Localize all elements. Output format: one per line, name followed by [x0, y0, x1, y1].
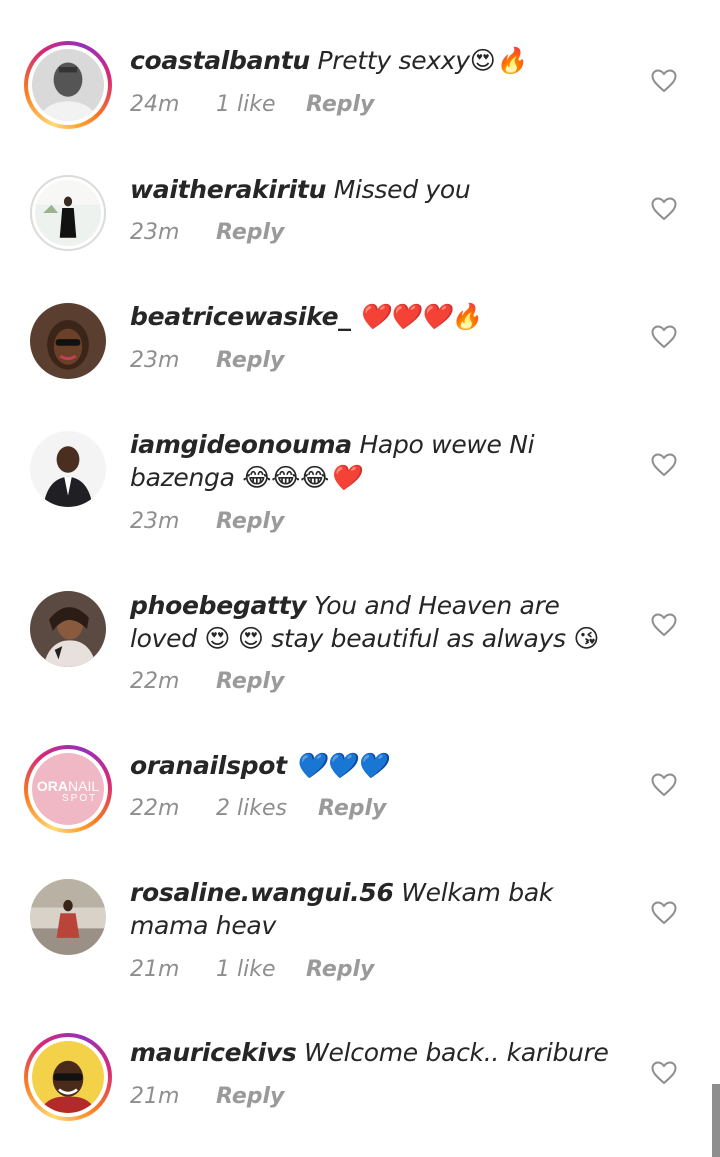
avatar[interactable]: [24, 41, 112, 129]
scrollbar[interactable]: [712, 1084, 720, 1157]
avatar[interactable]: [24, 297, 112, 385]
avatar[interactable]: [24, 169, 112, 257]
avatar[interactable]: [24, 585, 112, 673]
heart-outline-icon[interactable]: [651, 613, 677, 637]
reply-button[interactable]: Reply: [306, 92, 374, 117]
comment-text: Welcome back.. karibure: [304, 1038, 609, 1067]
reply-button[interactable]: Reply: [216, 669, 284, 694]
avatar-logo-text-b: NAIL: [68, 778, 100, 794]
avatar[interactable]: ORANAIL SPOT: [24, 745, 112, 833]
comment-text: Pretty sexxy😍🔥: [317, 46, 527, 75]
avatar-logo-text-a: ORA: [36, 778, 68, 794]
comment-text: Missed you: [333, 175, 471, 204]
comment-time: 24m: [130, 92, 180, 117]
avatar[interactable]: [24, 1033, 112, 1121]
heart-outline-icon[interactable]: [651, 901, 677, 925]
comment-time: 22m: [130, 669, 180, 694]
comment-time: 21m: [130, 1084, 180, 1109]
avatar[interactable]: [24, 425, 112, 513]
avatar[interactable]: [24, 873, 112, 961]
reply-button[interactable]: Reply: [318, 796, 386, 821]
comment-time: 22m: [130, 796, 180, 821]
comment-likes[interactable]: 1 like: [216, 957, 306, 982]
reply-button[interactable]: Reply: [216, 348, 284, 373]
comment-username[interactable]: waitherakiritu: [130, 175, 326, 204]
reply-button[interactable]: Reply: [216, 509, 284, 534]
avatar-logo-sub: SPOT: [62, 793, 98, 804]
reply-button[interactable]: Reply: [306, 957, 374, 982]
comment-likes[interactable]: 1 like: [216, 92, 306, 117]
reply-button[interactable]: Reply: [216, 220, 284, 245]
heart-outline-icon[interactable]: [651, 773, 677, 797]
comment-time: 21m: [130, 957, 180, 982]
heart-outline-icon[interactable]: [651, 453, 677, 477]
comment-username[interactable]: beatricewasike_: [130, 302, 351, 331]
comment-text: ❤️❤️❤️🔥: [358, 302, 482, 331]
comment-username[interactable]: coastalbantu: [130, 46, 310, 75]
reply-button[interactable]: Reply: [216, 1084, 284, 1109]
comment-time: 23m: [130, 348, 180, 373]
avatar-logo: ORANAIL: [32, 779, 104, 793]
heart-outline-icon[interactable]: [651, 1061, 677, 1085]
comment-username[interactable]: iamgideonouma: [130, 430, 352, 459]
heart-outline-icon[interactable]: [651, 197, 677, 221]
heart-outline-icon[interactable]: [651, 325, 677, 349]
comment-username[interactable]: rosaline.wangui.56: [130, 878, 394, 907]
comment-text: 💙💙💙: [294, 751, 387, 780]
comment-time: 23m: [130, 509, 180, 534]
comment-likes[interactable]: 2 likes: [216, 796, 318, 821]
comment-username[interactable]: mauricekivs: [130, 1038, 297, 1067]
comment-username[interactable]: oranailspot: [130, 751, 287, 780]
comment-time: 23m: [130, 220, 180, 245]
comment-username[interactable]: phoebegatty: [130, 591, 307, 620]
heart-outline-icon[interactable]: [651, 69, 677, 93]
